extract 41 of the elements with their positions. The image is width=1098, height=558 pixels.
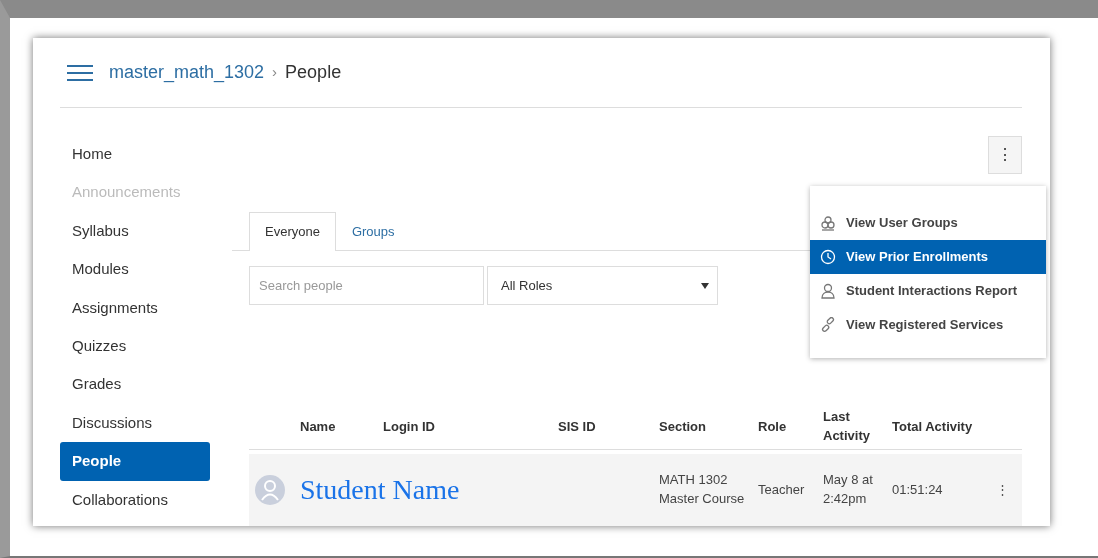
menu-item[interactable]: Student Interactions Report bbox=[810, 274, 1046, 308]
column-header: SIS ID bbox=[558, 417, 597, 436]
person-icon bbox=[820, 283, 836, 299]
tab[interactable]: Groups bbox=[335, 212, 411, 250]
column-header: Name bbox=[300, 417, 337, 436]
search-field[interactable]: Search people bbox=[249, 266, 484, 305]
table-cell: May 8 at 2:42pm bbox=[823, 472, 873, 506]
roles-dropdown[interactable]: All Roles bbox=[487, 266, 718, 305]
menu-item[interactable]: View Registered Services bbox=[810, 308, 1046, 342]
table-cell: MATH 1302 Master Course bbox=[659, 472, 745, 506]
avatar-icon bbox=[255, 475, 285, 505]
tab[interactable]: Everyone bbox=[249, 212, 336, 251]
breadcrumb-link[interactable]: master_math_1302 bbox=[109, 59, 265, 86]
student-name-link[interactable]: Student Name bbox=[300, 473, 460, 505]
sidebar-item[interactable]: Syllabus bbox=[60, 211, 210, 251]
sidebar-item[interactable]: Grades bbox=[60, 365, 210, 404]
caret-icon bbox=[701, 282, 709, 289]
sidebar-item[interactable]: Assignments bbox=[60, 288, 210, 327]
link-icon bbox=[820, 317, 836, 333]
group-icon bbox=[820, 215, 836, 231]
table-cell: Teacher bbox=[758, 481, 805, 497]
sidebar-item[interactable]: Modules bbox=[60, 250, 210, 289]
sidebar-item[interactable]: Home bbox=[60, 135, 210, 174]
column-header: Total Activity bbox=[892, 417, 974, 436]
column-header: Login ID bbox=[383, 417, 436, 436]
column-header: Last Activity bbox=[823, 408, 871, 445]
sidebar-item[interactable]: People bbox=[60, 442, 210, 481]
breadcrumb-separator: › bbox=[272, 62, 278, 83]
row-actions-button[interactable]: ⋮ bbox=[995, 481, 1009, 497]
sidebar-item[interactable]: Discussions bbox=[60, 403, 210, 443]
menu-icon[interactable] bbox=[67, 63, 93, 82]
menu-item[interactable]: View User Groups bbox=[810, 206, 1046, 240]
options-button[interactable]: ⋮ bbox=[988, 136, 1022, 174]
column-header: Section bbox=[659, 417, 707, 436]
sidebar-item[interactable]: Quizzes bbox=[60, 326, 210, 366]
table-cell: 01:51:24 bbox=[892, 481, 943, 497]
sidebar-item[interactable]: Collaborations bbox=[60, 480, 210, 519]
menu-item[interactable]: View Prior Enrollments bbox=[810, 240, 1046, 274]
column-header: Role bbox=[758, 417, 788, 436]
page-title: People bbox=[285, 61, 342, 84]
clock-icon bbox=[820, 249, 836, 265]
